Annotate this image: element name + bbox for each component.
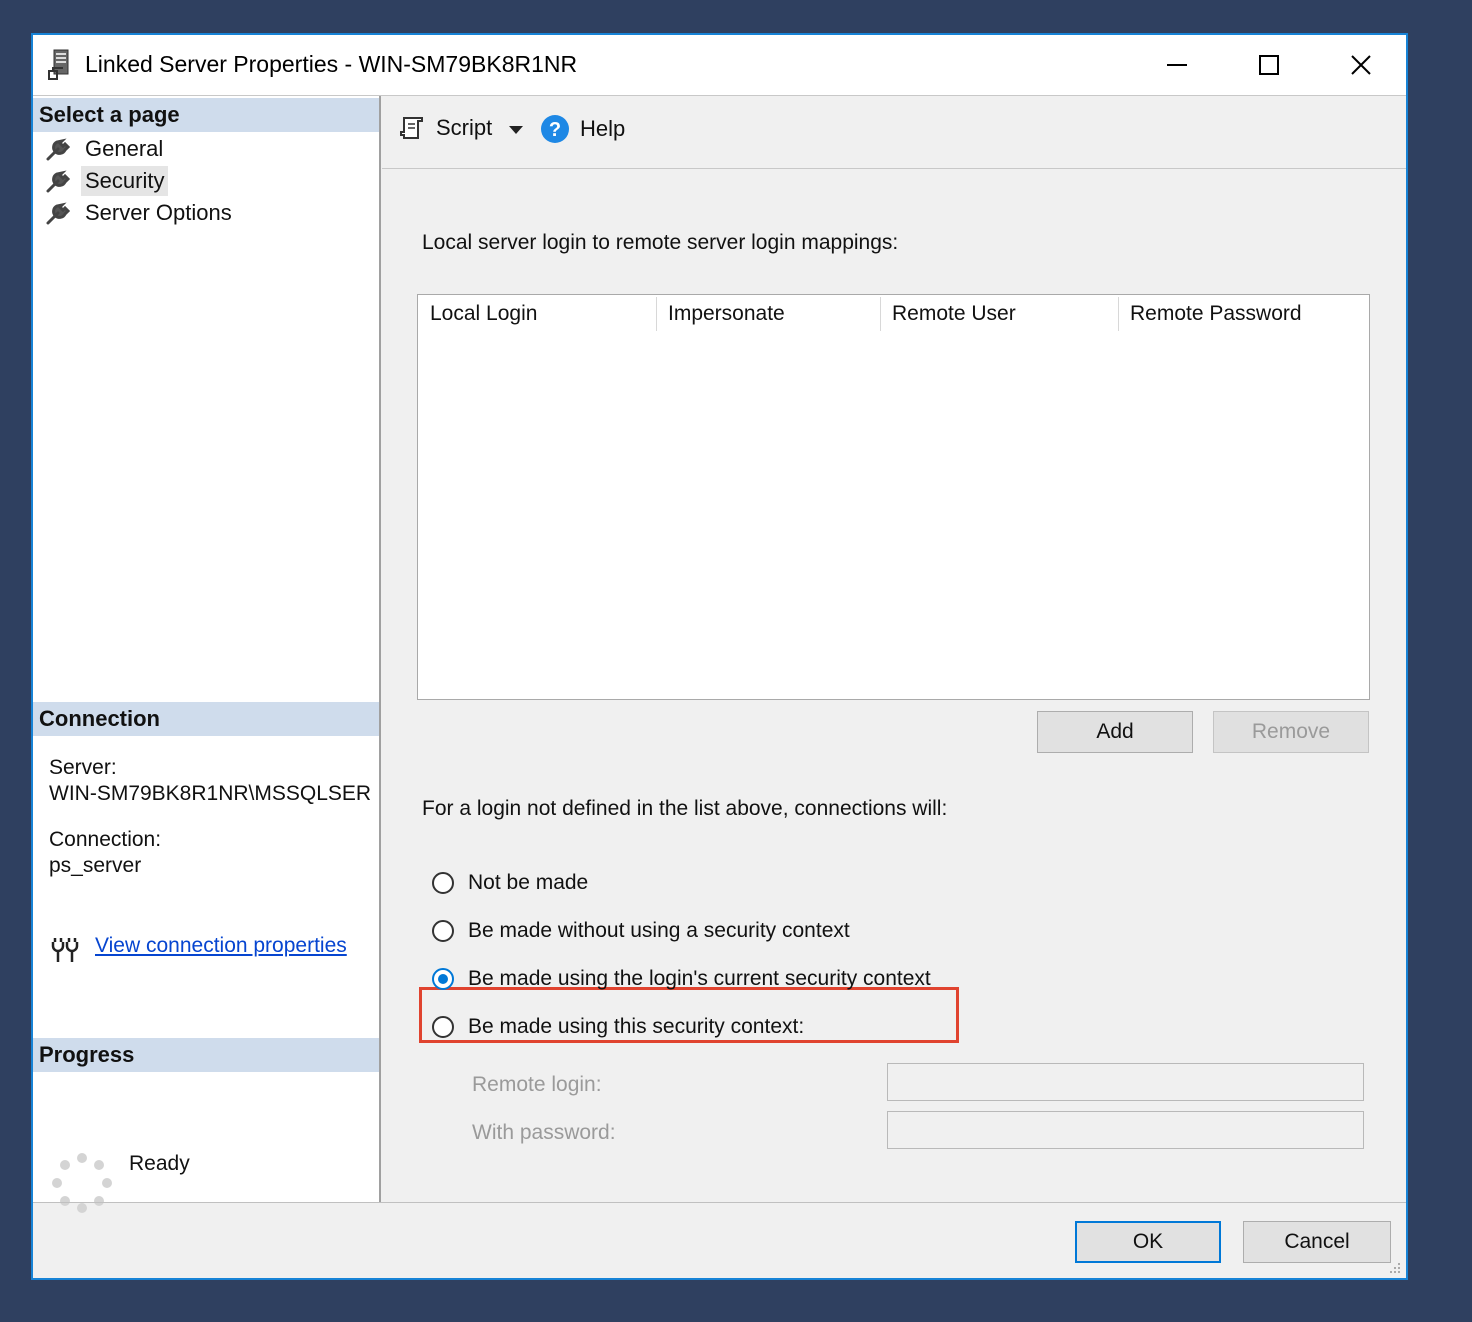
radio-label: Be made using the login's current securi… — [468, 967, 931, 990]
radio-label: Be made using this security context: — [468, 1015, 805, 1038]
close-icon — [1351, 55, 1371, 75]
ok-button[interactable]: OK — [1075, 1221, 1221, 1263]
sidebar-item-server-options[interactable]: Server Options — [45, 198, 236, 228]
view-connection-properties-link[interactable]: View connection properties — [95, 934, 347, 958]
column-remote-user[interactable]: Remote User — [880, 295, 1118, 333]
window-title: Linked Server Properties - WIN-SM79BK8R1… — [85, 51, 578, 77]
wrench-icon — [46, 202, 71, 225]
sidebar-item-label: General — [85, 136, 164, 161]
radio-circle — [432, 920, 454, 942]
maximize-button[interactable] — [1223, 35, 1315, 95]
linked-server-properties-dialog: Linked Server Properties - WIN-SM79BK8R1… — [31, 33, 1408, 1280]
connection-heading: Connection — [33, 702, 379, 736]
help-button[interactable]: ? Help — [540, 114, 625, 144]
radio-label: Be made without using a security context — [468, 919, 850, 942]
help-icon: ? — [541, 115, 569, 143]
select-page-heading: Select a page — [33, 98, 379, 132]
mappings-label: Local server login to remote server logi… — [422, 231, 899, 254]
script-button[interactable]: Script — [398, 114, 492, 142]
svg-text:?: ? — [549, 119, 561, 141]
login-mappings-grid[interactable]: Local Login Impersonate Remote User Remo… — [417, 294, 1370, 700]
radio-not-be-made[interactable]: Not be made — [432, 871, 588, 895]
minimize-button[interactable] — [1131, 35, 1223, 95]
with-password-input[interactable] — [887, 1111, 1364, 1149]
dialog-footer: OK Cancel — [33, 1202, 1406, 1279]
fallback-label: For a login not defined in the list abov… — [422, 797, 948, 820]
add-button[interactable]: Add — [1037, 711, 1193, 753]
wrench-icon — [46, 138, 71, 161]
column-remote-password[interactable]: Remote Password — [1118, 295, 1368, 333]
remote-login-label: Remote login: — [472, 1073, 602, 1096]
server-label: Server: — [49, 756, 117, 779]
radio-circle-selected — [432, 968, 454, 990]
left-pane: Select a page General Security Server Op… — [33, 96, 381, 1213]
close-button[interactable] — [1315, 35, 1407, 95]
remove-button[interactable]: Remove — [1213, 711, 1369, 753]
minimize-icon — [1167, 64, 1187, 66]
radio-label: Not be made — [468, 871, 589, 894]
cancel-button[interactable]: Cancel — [1243, 1221, 1391, 1263]
script-label: Script — [436, 115, 493, 140]
radio-circle — [432, 1016, 454, 1038]
script-dropdown-button[interactable] — [508, 124, 524, 136]
wrench-icon — [46, 170, 71, 193]
radio-without-security-context[interactable]: Be made without using a security context — [432, 919, 850, 943]
security-page: Local server login to remote server logi… — [382, 169, 1406, 1202]
column-impersonate[interactable]: Impersonate — [656, 295, 880, 333]
radio-circle — [432, 872, 454, 894]
connection-properties-icon — [51, 938, 79, 962]
resize-grip-icon[interactable] — [1386, 1259, 1402, 1275]
server-icon — [48, 49, 69, 80]
server-value: WIN-SM79BK8R1NR\MSSQLSER — [49, 782, 372, 805]
help-label: Help — [580, 116, 626, 141]
toolbar: Script ? Help — [382, 96, 1406, 169]
sidebar-item-label: Security — [81, 166, 169, 196]
remote-login-input[interactable] — [887, 1063, 1364, 1101]
progress-status: Ready — [129, 1152, 190, 1175]
maximize-icon — [1259, 55, 1279, 75]
title-bar: Linked Server Properties - WIN-SM79BK8R1… — [33, 35, 1406, 96]
column-local-login[interactable]: Local Login — [418, 295, 656, 333]
with-password-label: With password: — [472, 1121, 616, 1144]
connection-label: Connection: — [49, 828, 162, 851]
script-icon — [400, 117, 423, 139]
sidebar-item-label: Server Options — [85, 200, 232, 225]
radio-this-security-context[interactable]: Be made using this security context: — [432, 1015, 804, 1039]
radio-current-security-context[interactable]: Be made using the login's current securi… — [432, 967, 931, 991]
sidebar-item-security[interactable]: Security — [45, 166, 169, 196]
connection-value: ps_server — [49, 854, 142, 877]
progress-heading: Progress — [33, 1038, 379, 1072]
chevron-down-icon — [509, 126, 523, 134]
sidebar-item-general[interactable]: General — [45, 134, 167, 164]
